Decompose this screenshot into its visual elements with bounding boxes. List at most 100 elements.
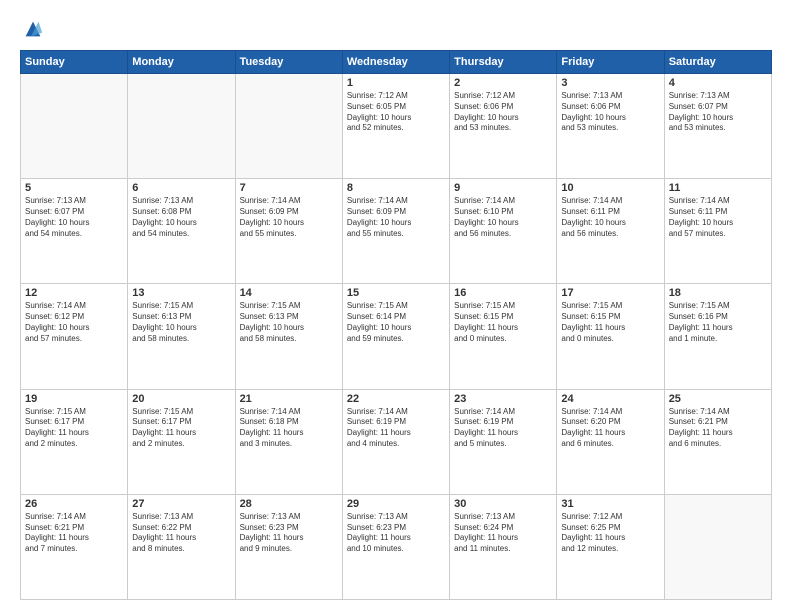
day-info: Sunrise: 7:13 AM Sunset: 6:07 PM Dayligh… [25, 196, 123, 239]
day-number: 23 [454, 393, 552, 405]
calendar-cell: 1 Sunrise: 7:12 AM Sunset: 6:05 PM Daylig… [342, 74, 449, 179]
calendar-cell: 30 Sunrise: 7:13 AM Sunset: 6:24 PM Dayli… [450, 494, 557, 599]
day-number: 17 [561, 287, 659, 299]
day-number: 28 [240, 498, 338, 510]
day-number: 19 [25, 393, 123, 405]
day-info: Sunrise: 7:15 AM Sunset: 6:15 PM Dayligh… [454, 301, 552, 344]
day-number: 7 [240, 182, 338, 194]
calendar-cell: 28Sunrise: 7:13 AM Sunset: 6:23 PM Dayli… [235, 494, 342, 599]
day-number: 3 [561, 77, 659, 89]
day-info: Sunrise: 7:15 AM Sunset: 6:13 PM Dayligh… [240, 301, 338, 344]
day-info: Sunrise: 7:13 AM Sunset: 6:22 PM Dayligh… [132, 512, 230, 555]
calendar-cell: 2 Sunrise: 7:12 AM Sunset: 6:06 PM Daylig… [450, 74, 557, 179]
day-info: Sunrise: 7:12 AM Sunset: 6:06 PM Dayligh… [454, 91, 552, 134]
day-info: Sunrise: 7:14 AM Sunset: 6:10 PM Dayligh… [454, 196, 552, 239]
day-number: 13 [132, 287, 230, 299]
day-info: Sunrise: 7:14 AM Sunset: 6:19 PM Dayligh… [454, 407, 552, 450]
calendar-cell: 16 Sunrise: 7:15 AM Sunset: 6:15 PM Dayli… [450, 284, 557, 389]
calendar-week-1: 1 Sunrise: 7:12 AM Sunset: 6:05 PM Daylig… [21, 74, 772, 179]
calendar-header-friday: Friday [557, 51, 664, 74]
day-info: Sunrise: 7:15 AM Sunset: 6:14 PM Dayligh… [347, 301, 445, 344]
day-info: Sunrise: 7:14 AM Sunset: 6:09 PM Dayligh… [347, 196, 445, 239]
calendar-header-thursday: Thursday [450, 51, 557, 74]
day-number: 2 [454, 77, 552, 89]
day-number: 12 [25, 287, 123, 299]
header [20, 18, 772, 40]
calendar-cell: 6 Sunrise: 7:13 AM Sunset: 6:08 PM Daylig… [128, 179, 235, 284]
calendar-cell: 7 Sunrise: 7:14 AM Sunset: 6:09 PM Daylig… [235, 179, 342, 284]
day-number: 18 [669, 287, 767, 299]
day-info: Sunrise: 7:14 AM Sunset: 6:19 PM Dayligh… [347, 407, 445, 450]
calendar-week-3: 12 Sunrise: 7:14 AM Sunset: 6:12 PM Dayli… [21, 284, 772, 389]
day-info: Sunrise: 7:13 AM Sunset: 6:08 PM Dayligh… [132, 196, 230, 239]
calendar-header-saturday: Saturday [664, 51, 771, 74]
calendar-cell: 27Sunrise: 7:13 AM Sunset: 6:22 PM Dayli… [128, 494, 235, 599]
day-number: 29 [347, 498, 445, 510]
calendar-cell: 8 Sunrise: 7:14 AM Sunset: 6:09 PM Daylig… [342, 179, 449, 284]
day-number: 22 [347, 393, 445, 405]
calendar-cell [664, 494, 771, 599]
day-info: Sunrise: 7:12 AM Sunset: 6:25 PM Dayligh… [561, 512, 659, 555]
calendar-header-row: SundayMondayTuesdayWednesdayThursdayFrid… [21, 51, 772, 74]
calendar-cell: 15Sunrise: 7:15 AM Sunset: 6:14 PM Dayli… [342, 284, 449, 389]
day-number: 30 [454, 498, 552, 510]
calendar-cell: 25Sunrise: 7:14 AM Sunset: 6:21 PM Dayli… [664, 389, 771, 494]
calendar-cell: 4 Sunrise: 7:13 AM Sunset: 6:07 PM Daylig… [664, 74, 771, 179]
calendar-cell [235, 74, 342, 179]
calendar-cell [128, 74, 235, 179]
day-info: Sunrise: 7:15 AM Sunset: 6:13 PM Dayligh… [132, 301, 230, 344]
calendar-cell: 22 Sunrise: 7:14 AM Sunset: 6:19 PM Dayli… [342, 389, 449, 494]
day-info: Sunrise: 7:14 AM Sunset: 6:11 PM Dayligh… [669, 196, 767, 239]
calendar-week-2: 5 Sunrise: 7:13 AM Sunset: 6:07 PM Daylig… [21, 179, 772, 284]
calendar-cell: 29 Sunrise: 7:13 AM Sunset: 6:23 PM Dayli… [342, 494, 449, 599]
day-number: 14 [240, 287, 338, 299]
day-info: Sunrise: 7:13 AM Sunset: 6:24 PM Dayligh… [454, 512, 552, 555]
calendar-cell: 5 Sunrise: 7:13 AM Sunset: 6:07 PM Daylig… [21, 179, 128, 284]
day-number: 5 [25, 182, 123, 194]
calendar-header-tuesday: Tuesday [235, 51, 342, 74]
calendar-table: SundayMondayTuesdayWednesdayThursdayFrid… [20, 50, 772, 600]
day-info: Sunrise: 7:14 AM Sunset: 6:09 PM Dayligh… [240, 196, 338, 239]
day-info: Sunrise: 7:15 AM Sunset: 6:15 PM Dayligh… [561, 301, 659, 344]
day-info: Sunrise: 7:15 AM Sunset: 6:16 PM Dayligh… [669, 301, 767, 344]
day-number: 16 [454, 287, 552, 299]
logo [20, 18, 44, 40]
calendar-cell: 23 Sunrise: 7:14 AM Sunset: 6:19 PM Dayli… [450, 389, 557, 494]
logo-icon [22, 18, 44, 40]
calendar-header-wednesday: Wednesday [342, 51, 449, 74]
calendar-cell: 13 Sunrise: 7:15 AM Sunset: 6:13 PM Dayli… [128, 284, 235, 389]
day-info: Sunrise: 7:14 AM Sunset: 6:18 PM Dayligh… [240, 407, 338, 450]
day-info: Sunrise: 7:13 AM Sunset: 6:07 PM Dayligh… [669, 91, 767, 134]
day-number: 9 [454, 182, 552, 194]
calendar-week-4: 19Sunrise: 7:15 AM Sunset: 6:17 PM Dayli… [21, 389, 772, 494]
day-info: Sunrise: 7:13 AM Sunset: 6:23 PM Dayligh… [347, 512, 445, 555]
calendar-week-5: 26Sunrise: 7:14 AM Sunset: 6:21 PM Dayli… [21, 494, 772, 599]
calendar-cell: 11 Sunrise: 7:14 AM Sunset: 6:11 PM Dayli… [664, 179, 771, 284]
day-number: 26 [25, 498, 123, 510]
day-info: Sunrise: 7:14 AM Sunset: 6:12 PM Dayligh… [25, 301, 123, 344]
day-number: 31 [561, 498, 659, 510]
calendar-cell [21, 74, 128, 179]
day-number: 1 [347, 77, 445, 89]
calendar-cell: 18 Sunrise: 7:15 AM Sunset: 6:16 PM Dayli… [664, 284, 771, 389]
day-number: 11 [669, 182, 767, 194]
day-number: 10 [561, 182, 659, 194]
day-number: 21 [240, 393, 338, 405]
calendar-cell: 12 Sunrise: 7:14 AM Sunset: 6:12 PM Dayli… [21, 284, 128, 389]
day-number: 24 [561, 393, 659, 405]
calendar-cell: 21 Sunrise: 7:14 AM Sunset: 6:18 PM Dayli… [235, 389, 342, 494]
day-number: 6 [132, 182, 230, 194]
calendar-cell: 31 Sunrise: 7:12 AM Sunset: 6:25 PM Dayli… [557, 494, 664, 599]
calendar-header-monday: Monday [128, 51, 235, 74]
calendar-cell: 10Sunrise: 7:14 AM Sunset: 6:11 PM Dayli… [557, 179, 664, 284]
day-number: 4 [669, 77, 767, 89]
day-info: Sunrise: 7:14 AM Sunset: 6:20 PM Dayligh… [561, 407, 659, 450]
calendar-cell: 20Sunrise: 7:15 AM Sunset: 6:17 PM Dayli… [128, 389, 235, 494]
calendar-cell: 14 Sunrise: 7:15 AM Sunset: 6:13 PM Dayli… [235, 284, 342, 389]
day-number: 20 [132, 393, 230, 405]
day-number: 8 [347, 182, 445, 194]
calendar-cell: 9 Sunrise: 7:14 AM Sunset: 6:10 PM Daylig… [450, 179, 557, 284]
day-info: Sunrise: 7:12 AM Sunset: 6:05 PM Dayligh… [347, 91, 445, 134]
day-info: Sunrise: 7:14 AM Sunset: 6:21 PM Dayligh… [669, 407, 767, 450]
calendar-cell: 24 Sunrise: 7:14 AM Sunset: 6:20 PM Dayli… [557, 389, 664, 494]
